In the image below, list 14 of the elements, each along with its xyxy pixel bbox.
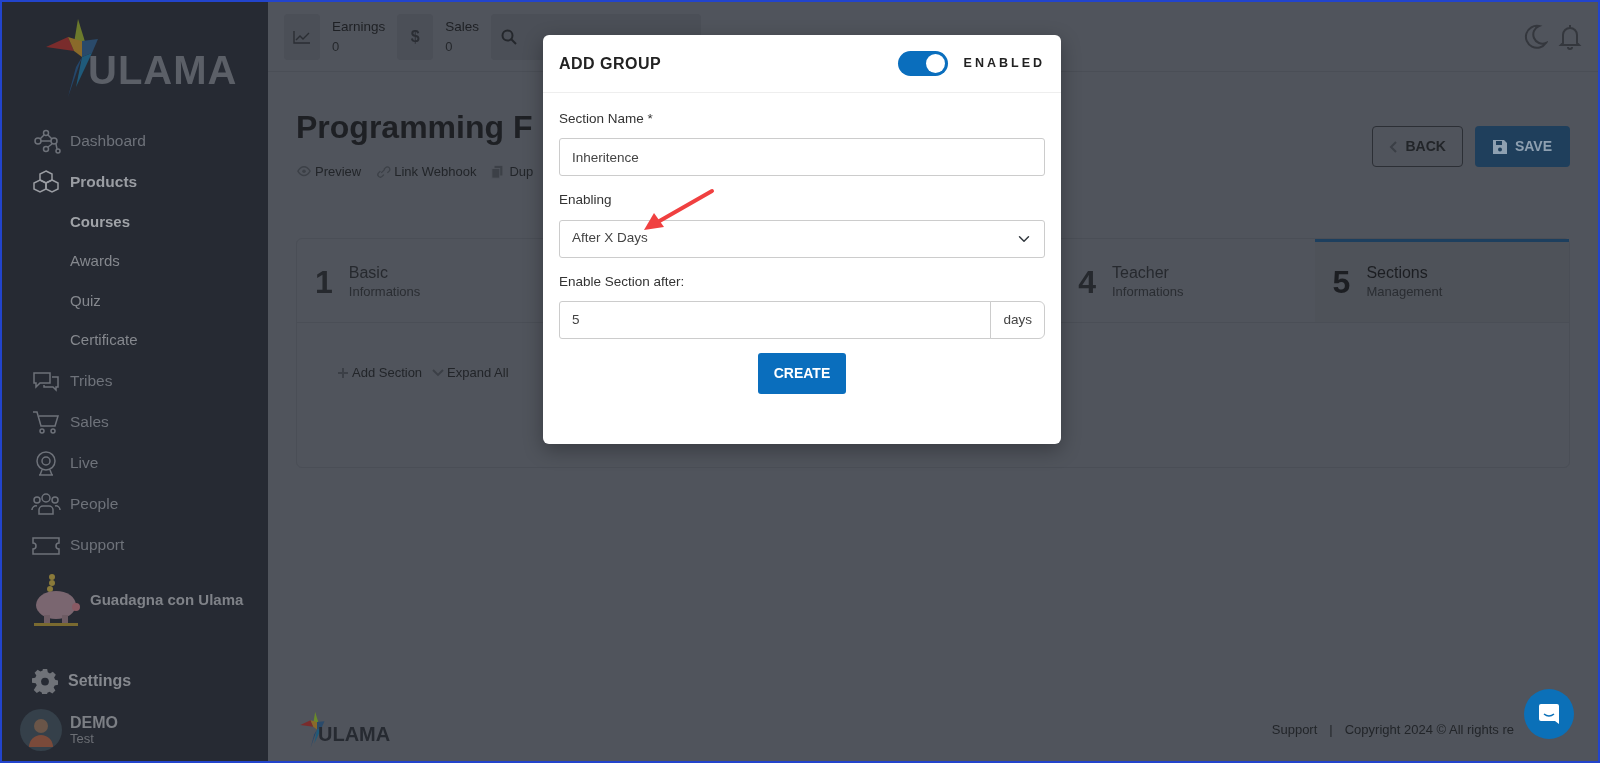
logo-text: ULAMA bbox=[318, 722, 391, 747]
field-label: Enable Section after: bbox=[559, 272, 686, 291]
user-name: DEMO bbox=[70, 714, 118, 732]
dollar-icon: $ bbox=[397, 13, 434, 60]
user-role: Test bbox=[70, 731, 95, 746]
field-label: Enabling bbox=[559, 191, 613, 210]
modal-title: ADD GROUP bbox=[559, 53, 662, 74]
page-title: Programming F bbox=[296, 108, 534, 147]
stat-label: Earnings bbox=[332, 17, 386, 36]
stat-label: Sales bbox=[445, 17, 480, 36]
unit-label: days bbox=[990, 300, 1045, 339]
footer-separator: | bbox=[1329, 721, 1333, 740]
toggle-label: ENABLED bbox=[963, 55, 1045, 73]
field-label: Section Name * bbox=[559, 110, 654, 128]
